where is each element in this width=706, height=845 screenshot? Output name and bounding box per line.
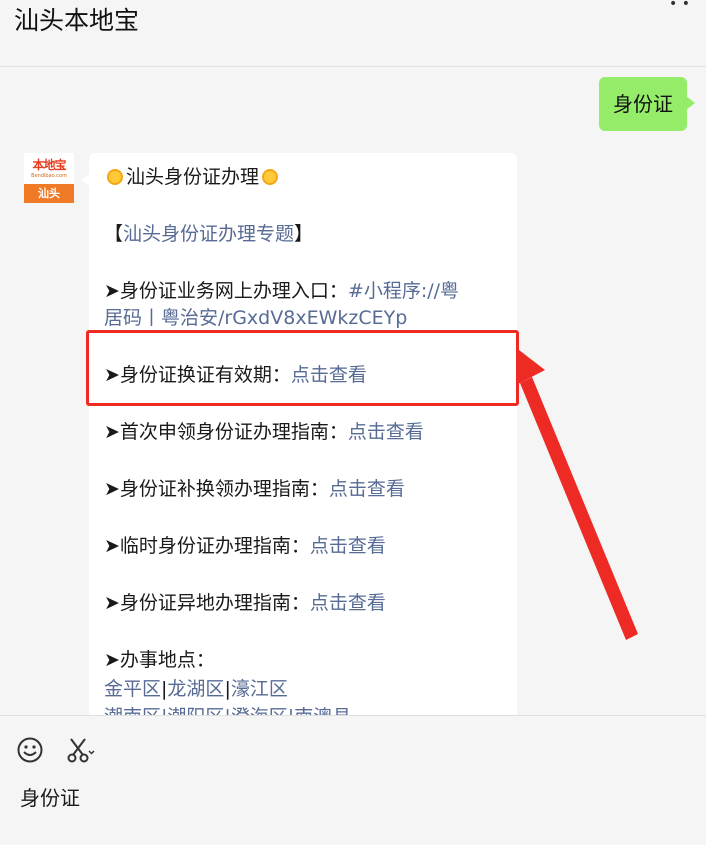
more-icon[interactable]: • • (669, 0, 690, 12)
entry-link-cont[interactable]: 居码丨粤治安/rGxdV8xEWkzCEYp (104, 307, 407, 329)
chat-area[interactable]: 身份证 本地宝 Bendibao.com 汕头 汕头身份证办理 【汕头身份证办理… (0, 67, 706, 715)
highlight-box (86, 330, 519, 406)
locations-line: 金平区|龙湖区|濠江区 (104, 678, 288, 700)
locations-label: ➤办事地点： (104, 649, 215, 671)
list-item: ➤首次申领身份证办理指南：点击查看 (104, 421, 424, 443)
topic-line: 【汕头身份证办理专题】 (104, 223, 314, 245)
avatar-brand: 本地宝 (32, 158, 66, 172)
entry-line-2: 居码丨粤治安/rGxdV8xEWkzCEYp (104, 306, 407, 330)
title-bar: 汕头本地宝 • • (0, 0, 706, 67)
topic-link[interactable]: 汕头身份证办理专题 (123, 223, 294, 245)
view-link[interactable]: 点击查看 (329, 478, 405, 500)
input-area: 身份证 (0, 715, 706, 845)
smile-icon[interactable] (16, 736, 44, 768)
scissors-icon[interactable] (66, 736, 96, 768)
locations-line-clipped[interactable]: 潮南区|潮阳区|澄海区|南澳县 (104, 705, 351, 715)
district-link[interactable]: 濠江区 (231, 678, 288, 700)
outgoing-message[interactable]: 身份证 (599, 77, 695, 131)
view-link[interactable]: 点击查看 (310, 535, 386, 557)
list-item: ➤临时身份证办理指南：点击查看 (104, 535, 386, 557)
entry-link[interactable]: #小程序://粤 (348, 280, 459, 302)
avatar-brand-sub: Bendibao.com (31, 173, 67, 179)
avatar[interactable]: 本地宝 Bendibao.com 汕头 (24, 153, 74, 203)
reply-message: 汕头身份证办理 【汕头身份证办理专题】 ➤身份证业务网上办理入口：#小程序://… (89, 153, 517, 715)
district-link[interactable]: 龙湖区 (167, 678, 224, 700)
reply-heading-line: 汕头身份证办理 (104, 165, 281, 189)
entry-label: ➤身份证业务网上办理入口： (104, 280, 348, 302)
chat-title: 汕头本地宝 (14, 6, 140, 35)
view-link[interactable]: 点击查看 (310, 592, 386, 614)
entry-line-1: ➤身份证业务网上办理入口：#小程序://粤 (104, 279, 459, 303)
district-link[interactable]: 金平区 (104, 678, 161, 700)
avatar-city: 汕头 (24, 184, 74, 203)
reply-heading: 汕头身份证办理 (126, 166, 260, 188)
sun-icon (262, 169, 279, 185)
sun-icon (107, 169, 123, 185)
list-item: ➤身份证异地办理指南：点击查看 (104, 592, 386, 614)
view-link[interactable]: 点击查看 (348, 421, 424, 443)
list-item: ➤身份证补换领办理指南：点击查看 (104, 478, 405, 500)
message-input[interactable]: 身份证 (20, 782, 80, 811)
